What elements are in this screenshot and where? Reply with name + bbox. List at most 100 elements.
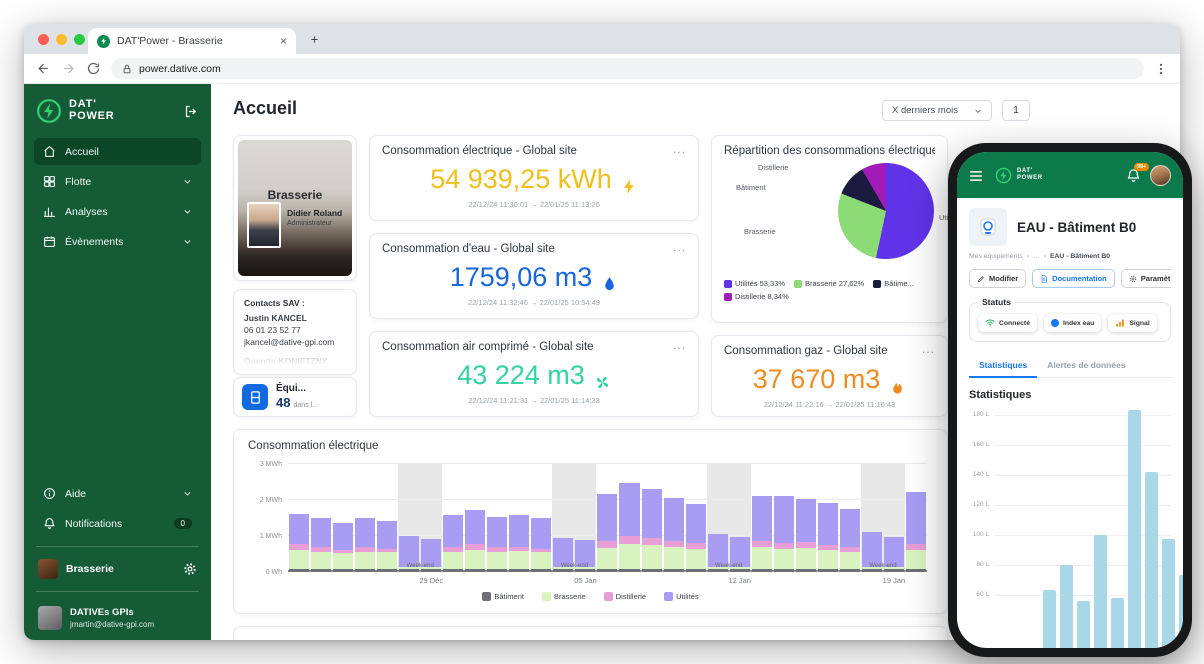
modify-button[interactable]: Modifier — [969, 269, 1027, 288]
sidebar-item-aide[interactable]: Aide — [34, 480, 201, 507]
bar-segment — [751, 569, 772, 572]
fan-icon — [594, 367, 611, 389]
kpi-title: Consommation électrique - Global site — [382, 145, 577, 157]
sidebar-item-flotte[interactable]: Flotte — [34, 168, 201, 195]
bell-icon — [43, 517, 56, 530]
browser-tab[interactable]: DAT'Power - Brasserie × — [88, 28, 296, 54]
bar-segment — [861, 532, 882, 567]
documentation-button[interactable]: Documentation — [1032, 269, 1115, 288]
breadcrumb-item[interactable]: Mes équipements — [969, 253, 1023, 260]
sidebar-item-analyses[interactable]: Analyses — [34, 198, 201, 225]
droplet-icon — [601, 269, 618, 291]
bar — [773, 464, 794, 572]
bar-segment — [289, 569, 310, 572]
bar-segment — [443, 514, 464, 548]
bar — [333, 464, 354, 572]
logo-bolt-icon — [36, 98, 62, 124]
y-axis-label: 60 L — [976, 591, 989, 598]
legend-item: Utilités 53,33% — [724, 279, 785, 288]
phone-app-header: DAT' POWER 99+ — [957, 152, 1183, 198]
y-axis-label: 100 L — [972, 531, 989, 538]
chevron-down-icon — [183, 207, 192, 216]
bar-segment — [795, 498, 816, 543]
account-row[interactable]: Brasserie — [24, 554, 211, 584]
y-axis-label: 2 MWh — [259, 497, 282, 505]
kpi-menu-icon[interactable]: ... — [673, 142, 686, 156]
kpi-menu-icon[interactable]: ... — [922, 342, 935, 356]
logo-bolt-icon — [995, 167, 1012, 184]
period-number-input[interactable] — [1002, 100, 1030, 121]
status-chip-index-eau: Index eau — [1043, 314, 1102, 332]
pie-label-batiment: Bâtiment — [736, 183, 766, 192]
bar-segment — [619, 483, 640, 536]
kpi-menu-icon[interactable]: ... — [673, 240, 686, 254]
bar-segment — [707, 569, 728, 572]
sidebar-item-label: Analyses — [65, 205, 108, 218]
browser-menu-icon[interactable] — [1154, 62, 1168, 76]
sidebar-item-accueil[interactable]: Accueil — [34, 138, 201, 165]
window-minimize-button[interactable] — [56, 34, 67, 45]
bar-segment — [597, 540, 618, 548]
flame-icon — [889, 371, 906, 394]
kpi-date-range: 22/12/24 11:21:31 → 22/01/25 11:14:33 — [468, 396, 600, 405]
legend-swatch — [482, 592, 492, 601]
window-close-button[interactable] — [38, 34, 49, 45]
address-bar[interactable]: power.dative.com — [111, 58, 1144, 79]
gear-icon[interactable] — [183, 562, 197, 576]
org-row[interactable]: DATIVEs GPIs jmartin@dative-gpi.com — [24, 599, 211, 632]
pie-label-brasserie: Brasserie — [744, 227, 776, 236]
sidebar-item-notifications[interactable]: Notifications 0 — [34, 510, 201, 537]
sidebar-nav: Accueil Flotte Analyses Évènements — [24, 136, 211, 257]
page-title: Accueil — [233, 98, 298, 118]
bar-segment — [377, 552, 398, 570]
back-icon[interactable] — [36, 61, 51, 76]
bar-segment — [465, 569, 486, 572]
kpi-title: Consommation d'eau - Global site — [382, 243, 555, 255]
sidebar-item-evenements[interactable]: Évènements — [34, 228, 201, 255]
y-axis-label: 180 L — [972, 411, 989, 418]
bar-segment — [487, 569, 508, 572]
device-thumbnail — [969, 208, 1007, 246]
bar-segment — [839, 509, 860, 548]
breadcrumb-separator: › — [1026, 253, 1029, 260]
bar — [465, 464, 486, 572]
phone-screen: DAT' POWER 99+ EAU - Bâtiment B0 Mes équ… — [957, 152, 1183, 648]
tab-statistiques[interactable]: Statistiques — [969, 355, 1038, 378]
phone-mockup: DAT' POWER 99+ EAU - Bâtiment B0 Mes équ… — [948, 143, 1192, 657]
bar-segment — [421, 569, 442, 572]
contact-email: jkancel@dative-gpi.com — [244, 337, 335, 347]
window-zoom-button[interactable] — [74, 34, 85, 45]
avatar[interactable] — [1150, 164, 1171, 186]
breadcrumb-item[interactable]: … — [1033, 253, 1040, 260]
bell-icon[interactable]: 99+ — [1126, 162, 1150, 183]
y-axis-label: 120 L — [972, 501, 989, 508]
bar-segment — [663, 569, 684, 572]
equipments-count: 48 — [276, 394, 291, 410]
forward-icon[interactable] — [61, 61, 76, 76]
bar-segment — [883, 569, 904, 572]
legend-item: Brasserie 27,62% — [794, 279, 864, 288]
reload-icon[interactable] — [86, 61, 101, 76]
bar-segment — [839, 569, 860, 572]
kpi-card-electricite: Consommation électrique - Global site ..… — [369, 135, 699, 221]
kpi-title: Consommation air comprimé - Global site — [382, 341, 594, 353]
contacts-card: Contacts SAV : Justin KANCEL 06 01 23 52… — [233, 289, 357, 375]
period-select[interactable]: X derniers mois — [882, 100, 992, 121]
new-tab-button[interactable] — [306, 31, 322, 47]
tab-alertes[interactable]: Alertes de données — [1037, 355, 1135, 377]
equipments-card[interactable]: Équi... 48 dans l... — [233, 377, 357, 417]
parameters-button[interactable]: Paramèt — [1120, 269, 1171, 288]
equipment-icon — [242, 384, 268, 410]
bar — [531, 464, 552, 572]
menu-icon[interactable] — [969, 169, 983, 181]
kpi-card-air: Consommation air comprimé - Global site … — [369, 331, 699, 417]
divider — [36, 591, 199, 592]
tab-close-icon[interactable]: × — [280, 34, 287, 48]
bar — [663, 464, 684, 572]
bar — [1111, 597, 1124, 648]
bar-segment — [289, 549, 310, 570]
sidebar-collapse-icon[interactable] — [184, 104, 199, 119]
bar-segment — [707, 534, 728, 567]
bar-segment — [333, 553, 354, 570]
kpi-menu-icon[interactable]: ... — [673, 338, 686, 352]
